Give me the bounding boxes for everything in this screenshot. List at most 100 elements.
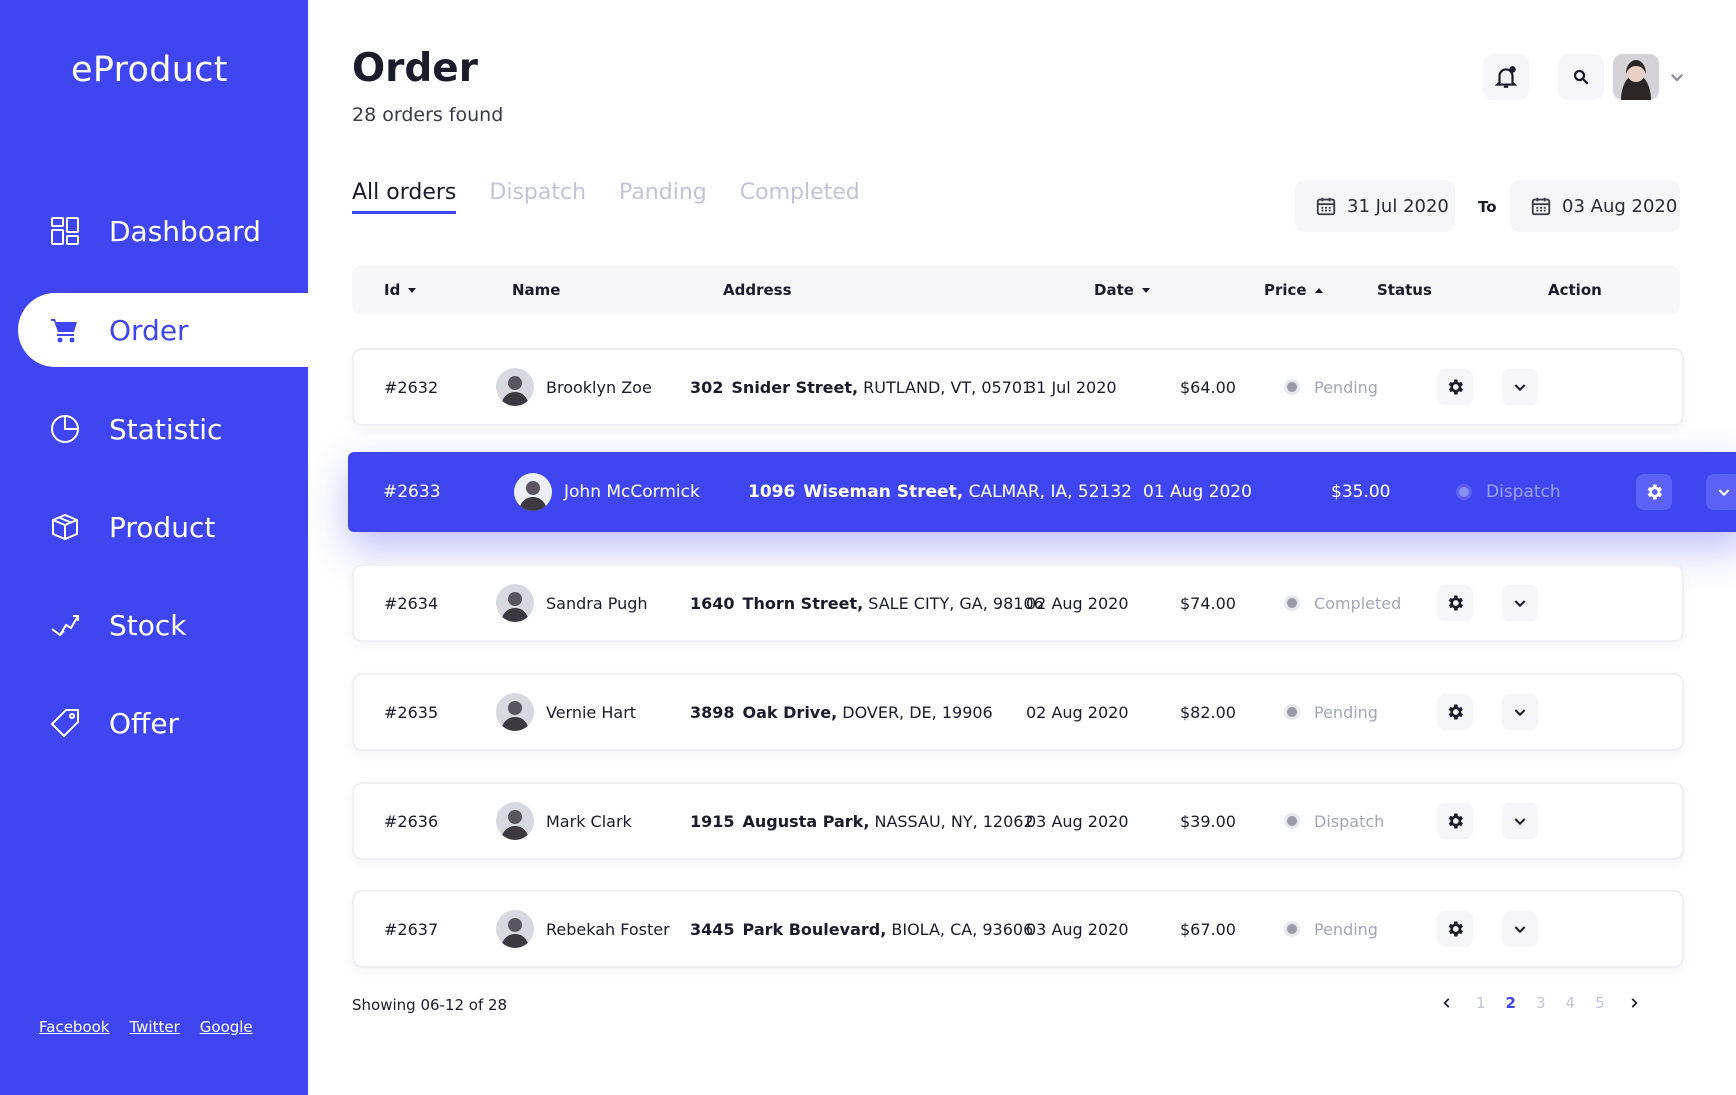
status-text: Dispatch [1486, 482, 1561, 502]
date-to-value: 03 Aug 2020 [1562, 195, 1678, 217]
gear-icon [1647, 484, 1662, 500]
customer-name: Sandra Pugh [546, 593, 648, 613]
table-row[interactable]: #2635 Vernie Hart 3898 Oak Drive, DOVER, DE… [352, 673, 1684, 751]
customer: John McCormick [514, 452, 700, 532]
column-action: Action [1548, 281, 1602, 299]
order-tabs: All orders Dispatch Panding Completed [352, 180, 860, 214]
orders-count: 28 orders found [352, 104, 504, 126]
page-4[interactable]: 4 [1566, 994, 1576, 1012]
facebook-link[interactable]: Facebook [39, 1018, 109, 1036]
search-button[interactable] [1558, 54, 1604, 100]
status-text: Dispatch [1314, 811, 1385, 831]
address: 1915 Augusta Park, NASSAU, NY, 12062 [690, 784, 1034, 858]
table-row[interactable]: #2637 Rebekah Foster 3445 Park Boulevard, B… [352, 890, 1684, 968]
table-row[interactable]: #2634 Sandra Pugh 1640 Thorn Street, SALE C… [352, 564, 1684, 642]
chevron-down-icon [1514, 600, 1526, 608]
settings-button[interactable] [1437, 369, 1473, 405]
order-price: $35.00 [1331, 482, 1391, 502]
sidebar-item-dashboard[interactable]: Dashboard [18, 194, 308, 268]
table-row[interactable]: #2633 John McCormick 1096 Wiseman Street, C… [348, 452, 1736, 532]
column-name: Name [512, 281, 561, 299]
customer-avatar [496, 693, 534, 731]
sidebar-item-stock[interactable]: Stock [18, 588, 308, 662]
tab-all-orders[interactable]: All orders [352, 180, 457, 214]
sort-desc-icon [408, 287, 417, 293]
next-page-button[interactable] [1625, 994, 1643, 1012]
order-date: 02 Aug 2020 [1026, 702, 1129, 722]
column-price[interactable]: Price [1264, 281, 1323, 299]
customer-name: Rebekah Foster [546, 919, 670, 939]
table-row[interactable]: #2636 Mark Clark 1915 Augusta Park, NASSAU,… [352, 782, 1684, 860]
page-2[interactable]: 2 [1506, 994, 1516, 1012]
address-street: Augusta Park, [742, 811, 870, 831]
settings-button[interactable] [1437, 694, 1473, 730]
sidebar-item-label: Stock [109, 608, 187, 642]
customer-name: John McCormick [564, 482, 700, 502]
sidebar-item-offer[interactable]: Offer [18, 686, 308, 760]
table-row[interactable]: #2632 Brooklyn Zoe 302 Snider Street, RUTLA… [352, 348, 1684, 426]
expand-row-button[interactable] [1502, 803, 1538, 839]
expand-row-button[interactable] [1706, 474, 1736, 510]
address-city: DOVER, DE, 19906 [842, 702, 993, 722]
customer-name: Brooklyn Zoe [546, 377, 652, 397]
status-dot-icon [1284, 379, 1300, 395]
status-text: Pending [1314, 377, 1378, 397]
expand-row-button[interactable] [1502, 369, 1538, 405]
settings-button[interactable] [1437, 803, 1473, 839]
address: 3898 Oak Drive, DOVER, DE, 19906 [690, 675, 993, 749]
tab-pending[interactable]: Panding [619, 180, 707, 214]
customer-avatar [496, 368, 534, 406]
address-street: Park Boulevard, [742, 919, 887, 939]
customer-avatar-image [501, 918, 529, 948]
chevron-down-icon [1514, 818, 1526, 826]
sidebar-item-product[interactable]: Product [18, 490, 308, 564]
address: 3445 Park Boulevard, BIOLA, CA, 93606 [690, 892, 1033, 966]
sidebar-item-label: Dashboard [109, 214, 261, 248]
user-avatar[interactable] [1613, 54, 1659, 100]
tab-dispatch[interactable]: Dispatch [489, 180, 586, 214]
settings-button[interactable] [1437, 585, 1473, 621]
page-1[interactable]: 1 [1476, 994, 1486, 1012]
expand-row-button[interactable] [1502, 694, 1538, 730]
column-address: Address [723, 281, 792, 299]
address-street: Oak Drive, [742, 702, 838, 722]
expand-row-button[interactable] [1502, 911, 1538, 947]
address: 1640 Thorn Street, SALE CITY, GA, 98106 [690, 566, 1044, 640]
table-header: Id Name Address Date Price Status Action [352, 266, 1680, 314]
chevron-down-icon[interactable] [1668, 68, 1686, 86]
address: 1096 Wiseman Street, CALMAR, IA, 52132 [748, 452, 1132, 532]
page-title: Order [352, 46, 478, 91]
sidebar-item-order[interactable]: Order [18, 293, 308, 367]
order-date: 01 Aug 2020 [1143, 482, 1252, 502]
chevron-left-icon [1443, 998, 1450, 1008]
settings-button[interactable] [1636, 474, 1672, 510]
order-date: 03 Aug 2020 [1026, 919, 1129, 939]
date-from-picker[interactable]: 31 Jul 2020 [1295, 180, 1455, 232]
customer-avatar-image [501, 592, 529, 622]
google-link[interactable]: Google [200, 1018, 253, 1036]
sidebar-item-statistic[interactable]: Statistic [18, 392, 308, 466]
gear-icon [1448, 813, 1463, 829]
chevron-down-icon [1514, 709, 1526, 717]
column-date[interactable]: Date [1094, 281, 1150, 299]
dashboard-icon [48, 214, 82, 248]
status-text: Pending [1314, 702, 1378, 722]
expand-row-button[interactable] [1502, 585, 1538, 621]
settings-button[interactable] [1437, 911, 1473, 947]
address-city: SALE CITY, GA, 98106 [868, 593, 1044, 613]
sidebar-item-label: Offer [109, 706, 180, 740]
order-id: #2634 [384, 593, 439, 613]
chevron-down-icon [1514, 926, 1526, 934]
tab-completed[interactable]: Completed [740, 180, 860, 214]
status-dot-icon [1284, 704, 1300, 720]
prev-page-button[interactable] [1438, 994, 1456, 1012]
page-3[interactable]: 3 [1536, 994, 1546, 1012]
notification-button[interactable] [1483, 54, 1529, 100]
twitter-link[interactable]: Twitter [129, 1018, 179, 1036]
page-5[interactable]: 5 [1595, 994, 1605, 1012]
address-number: 3898 [690, 702, 735, 722]
date-to-picker[interactable]: 03 Aug 2020 [1510, 180, 1680, 232]
column-id[interactable]: Id [384, 281, 417, 299]
status-badge: Pending [1284, 350, 1378, 424]
status-badge: Completed [1284, 566, 1401, 640]
